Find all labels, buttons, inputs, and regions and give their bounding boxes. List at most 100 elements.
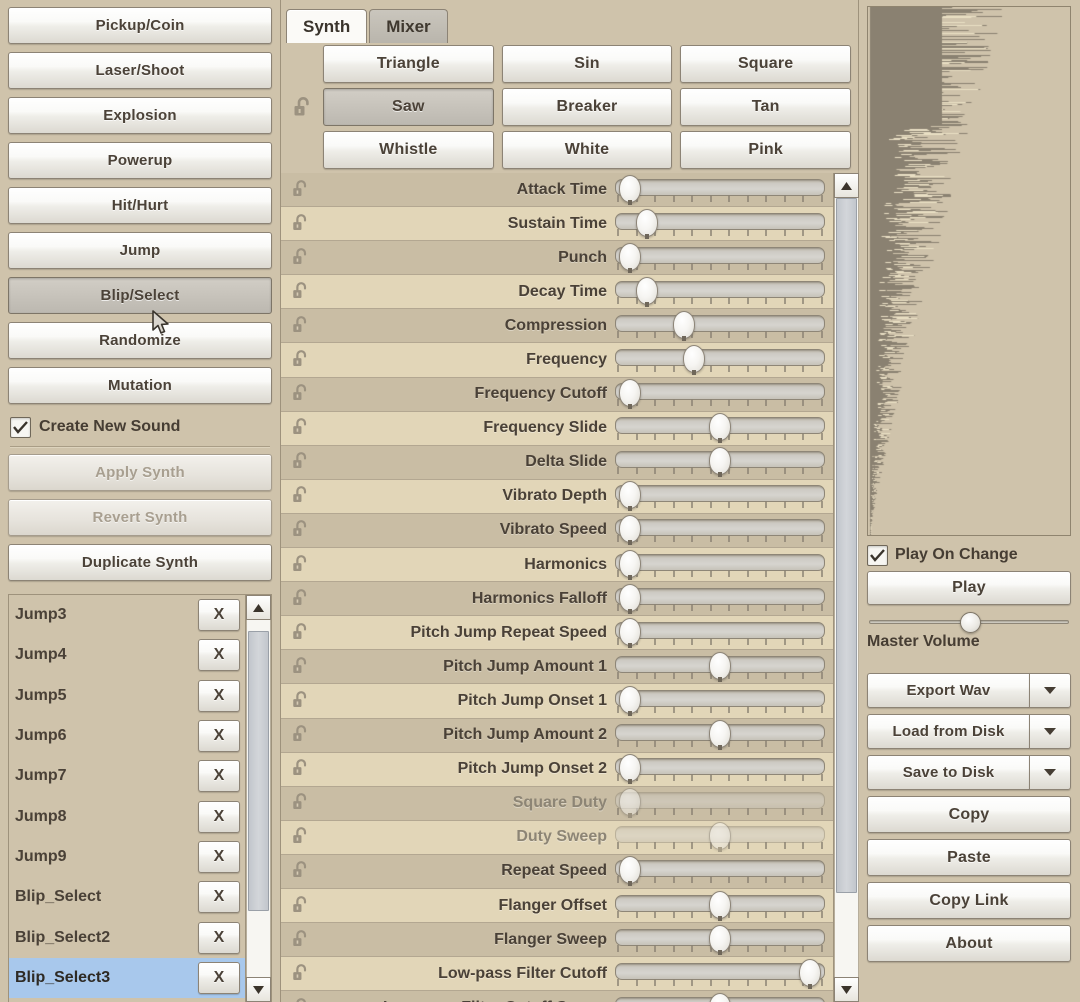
parameter-row[interactable]: Frequency xyxy=(281,343,833,378)
scroll-down-arrow[interactable] xyxy=(246,977,271,1002)
slider-knob[interactable] xyxy=(618,754,641,785)
slider-knob[interactable] xyxy=(682,345,705,376)
slider-knob[interactable] xyxy=(618,481,641,512)
parameter-slider[interactable] xyxy=(615,958,827,989)
parameter-slider[interactable] xyxy=(615,856,827,887)
generator-button-laser-shoot[interactable]: Laser/Shoot xyxy=(8,52,272,89)
parameter-row[interactable]: Pitch Jump Repeat Speed xyxy=(281,616,833,651)
waveform-button-breaker[interactable]: Breaker xyxy=(501,88,673,126)
play-on-change-row[interactable]: Play On Change xyxy=(867,539,1071,571)
delete-sound-button[interactable]: X xyxy=(198,881,240,914)
slider-knob[interactable] xyxy=(635,276,658,307)
param-scroll-thumb[interactable] xyxy=(836,198,857,894)
slider-knob[interactable] xyxy=(618,617,641,648)
export-wav-button[interactable]: Export Wav xyxy=(867,673,1029,708)
slider-knob[interactable] xyxy=(618,549,641,580)
paste-button[interactable]: Paste xyxy=(867,839,1071,876)
parameter-row[interactable]: Flanger Offset xyxy=(281,888,833,924)
list-item[interactable]: Blip_Select X xyxy=(9,877,245,917)
delete-sound-button[interactable]: X xyxy=(198,599,240,632)
slider-knob[interactable] xyxy=(709,651,731,682)
waveform-button-square[interactable]: Square xyxy=(680,45,851,83)
slider-knob[interactable] xyxy=(709,992,731,1002)
parameter-row[interactable]: Flanger Sweep xyxy=(281,923,833,958)
parameter-slider[interactable] xyxy=(615,413,827,444)
slider-knob[interactable] xyxy=(709,924,731,955)
generator-button-powerup[interactable]: Powerup xyxy=(8,142,272,179)
copy-link-button[interactable]: Copy Link xyxy=(867,882,1071,919)
parameter-row[interactable]: Frequency Slide xyxy=(281,411,833,446)
generator-button-explosion[interactable]: Explosion xyxy=(8,97,272,134)
parameter-lock-toggle[interactable] xyxy=(281,758,316,780)
about-button[interactable]: About xyxy=(867,925,1071,962)
slider-knob[interactable] xyxy=(709,822,731,853)
parameter-slider[interactable] xyxy=(615,549,827,580)
parameter-slider[interactable] xyxy=(615,788,827,819)
parameter-slider[interactable] xyxy=(615,515,827,546)
parameter-lock-toggle[interactable] xyxy=(281,485,316,507)
parameter-row[interactable]: Delta Slide xyxy=(281,445,833,480)
parameter-row[interactable]: Low-pass Filter Cutoff xyxy=(281,957,833,992)
tab-synth[interactable]: Synth xyxy=(286,9,368,43)
parameter-lock-toggle[interactable] xyxy=(281,826,316,848)
parameter-lock-toggle[interactable] xyxy=(281,724,316,746)
apply-synth-button[interactable]: Apply Synth xyxy=(8,454,272,491)
list-item[interactable]: Jump9 X xyxy=(9,837,245,877)
parameter-row[interactable]: Harmonics xyxy=(281,548,833,583)
parameter-row[interactable]: Harmonics Falloff xyxy=(281,582,833,617)
parameter-slider[interactable] xyxy=(615,822,827,853)
parameter-slider[interactable] xyxy=(615,651,827,682)
parameter-slider[interactable] xyxy=(615,345,827,376)
generator-button-pickup-coin[interactable]: Pickup/Coin xyxy=(8,7,272,44)
parameter-lock-toggle[interactable] xyxy=(281,554,316,576)
scroll-up-arrow[interactable] xyxy=(246,595,271,620)
save-to-disk-button[interactable]: Save to Disk xyxy=(867,755,1029,790)
parameter-lock-toggle[interactable] xyxy=(281,349,316,371)
parameter-row[interactable]: Repeat Speed xyxy=(281,854,833,889)
parameter-slider[interactable] xyxy=(615,924,827,955)
waveform-button-tan[interactable]: Tan xyxy=(680,88,851,126)
slider-knob[interactable] xyxy=(618,242,641,273)
param-scroll-down-arrow[interactable] xyxy=(834,977,859,1002)
waveform-button-sin[interactable]: Sin xyxy=(501,45,673,83)
sound-list-scrollbar[interactable] xyxy=(245,595,271,1002)
parameter-row[interactable]: Sustain Time xyxy=(281,207,833,242)
parameter-lock-toggle[interactable] xyxy=(281,690,316,712)
parameter-lock-toggle[interactable] xyxy=(281,963,316,985)
delete-sound-button[interactable]: X xyxy=(198,840,240,873)
parameter-row[interactable]: Pitch Jump Amount 1 xyxy=(281,650,833,685)
generator-button-hit-hurt[interactable]: Hit/Hurt xyxy=(8,187,272,224)
parameter-slider[interactable] xyxy=(615,379,827,410)
parameter-lock-toggle[interactable] xyxy=(281,383,316,405)
parameter-lock-toggle[interactable] xyxy=(281,997,316,1002)
list-item[interactable]: Blip_Select3 X xyxy=(9,957,245,998)
master-volume-knob[interactable] xyxy=(960,612,981,633)
parameter-lock-toggle[interactable] xyxy=(281,281,316,303)
save-to-disk-dropdown-button[interactable] xyxy=(1029,755,1071,790)
generator-button-jump[interactable]: Jump xyxy=(8,232,272,269)
parameter-row[interactable]: Frequency Cutoff xyxy=(281,377,833,412)
parameter-lock-toggle[interactable] xyxy=(281,792,316,814)
delete-sound-button[interactable]: X xyxy=(198,760,240,793)
delete-sound-button[interactable]: X xyxy=(198,921,240,954)
parameter-lock-toggle[interactable] xyxy=(281,417,316,439)
waveform-button-whistle[interactable]: Whistle xyxy=(323,131,494,169)
copy-button[interactable]: Copy xyxy=(867,796,1071,833)
slider-knob[interactable] xyxy=(709,447,731,478)
revert-synth-button[interactable]: Revert Synth xyxy=(8,499,272,536)
create-new-sound-checkbox[interactable] xyxy=(10,416,31,438)
parameter-slider[interactable] xyxy=(615,208,827,239)
slider-knob[interactable] xyxy=(709,890,731,921)
waveform-lock[interactable] xyxy=(287,43,319,173)
waveform-button-triangle[interactable]: Triangle xyxy=(323,45,494,83)
slider-knob[interactable] xyxy=(618,515,641,546)
list-item[interactable]: Jump5 X xyxy=(9,676,245,716)
parameter-row[interactable]: Pitch Jump Onset 1 xyxy=(281,684,833,719)
tab-mixer[interactable]: Mixer xyxy=(369,9,448,43)
parameter-lock-toggle[interactable] xyxy=(281,622,316,644)
parameter-row[interactable]: Duty Sweep xyxy=(281,820,833,855)
slider-knob[interactable] xyxy=(709,720,731,751)
slider-knob[interactable] xyxy=(618,685,641,716)
waveform-button-saw[interactable]: Saw xyxy=(323,88,494,126)
parameter-row[interactable]: Punch xyxy=(281,241,833,276)
